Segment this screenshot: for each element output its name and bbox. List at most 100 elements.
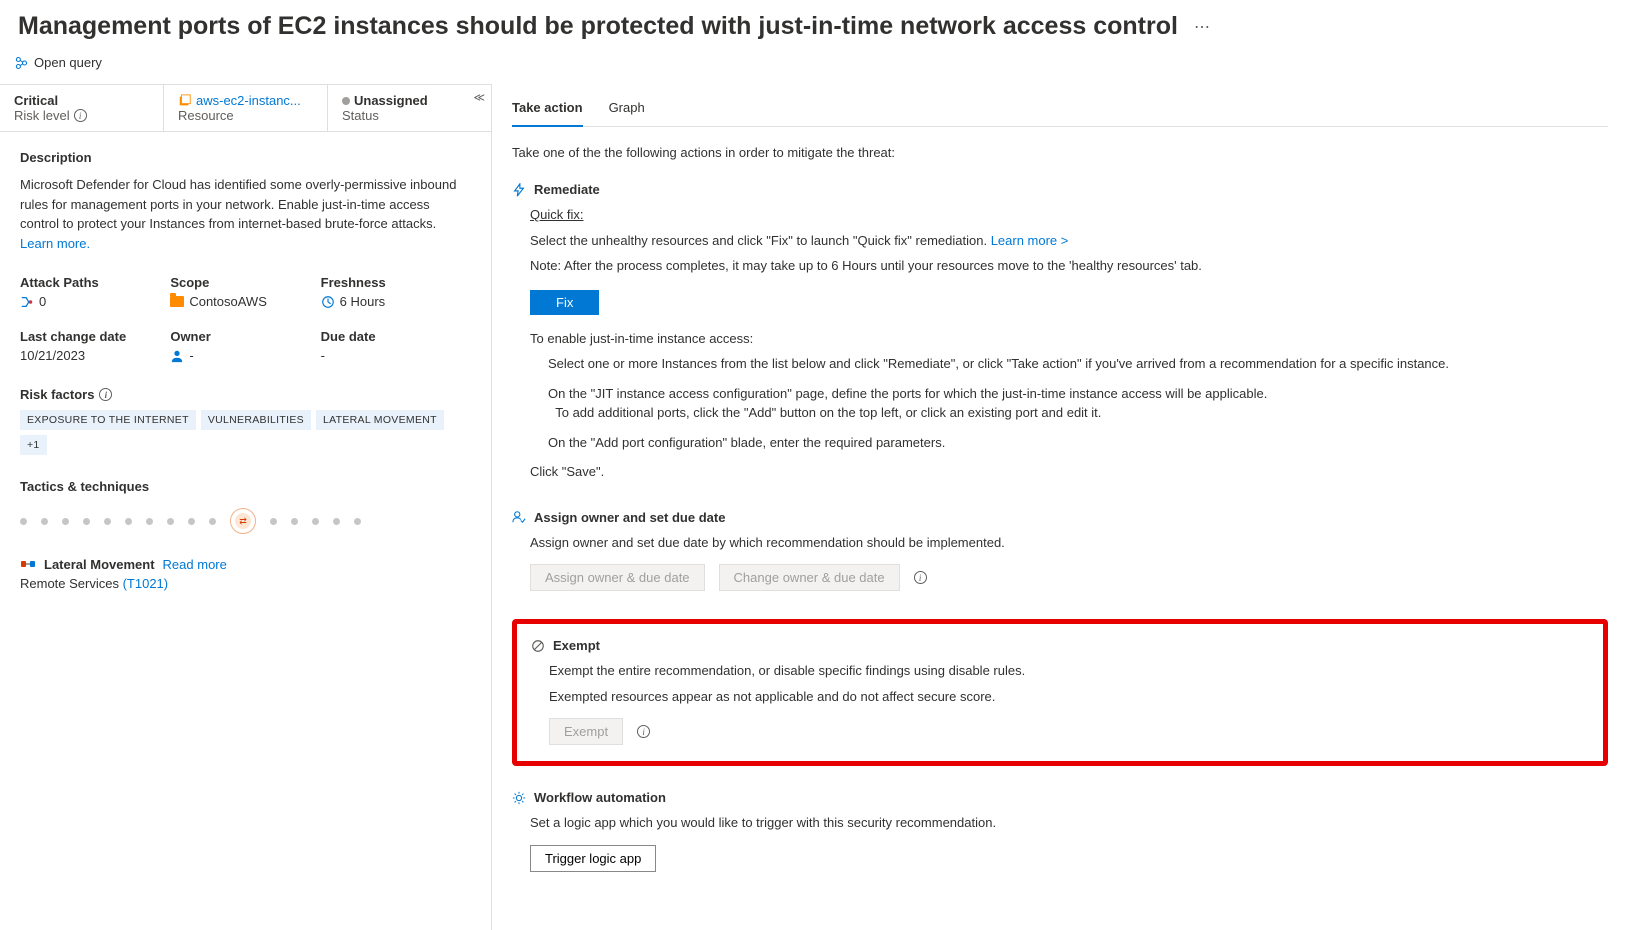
workflow-body: Set a logic app which you would like to … <box>530 813 1608 833</box>
risk-tags: EXPOSURE TO THE INTERNET VULNERABILITIES… <box>20 410 471 455</box>
info-icon[interactable]: i <box>637 725 650 738</box>
info-icon[interactable]: i <box>914 571 927 584</box>
clock-icon <box>321 295 335 309</box>
learn-more-link[interactable]: Learn more. <box>20 236 90 251</box>
attack-paths-label: Attack Paths <box>20 275 170 290</box>
timeline-dot <box>209 518 216 525</box>
risk-tag[interactable]: VULNERABILITIES <box>201 410 311 430</box>
exempt-body2: Exempted resources appear as not applica… <box>549 687 1589 707</box>
collapse-panel-icon[interactable]: ≪ <box>473 91 485 104</box>
workflow-title: Workflow automation <box>534 790 666 805</box>
timeline-dot <box>62 518 69 525</box>
tab-take-action[interactable]: Take action <box>512 92 583 127</box>
enable-intro: To enable just-in-time instance access: <box>530 329 1608 349</box>
change-owner-button[interactable]: Change owner & due date <box>719 564 900 591</box>
exempt-body1: Exempt the entire recommendation, or dis… <box>549 661 1589 681</box>
remediate-step1: Select one or more Instances from the li… <box>548 354 1608 374</box>
risk-tag-more[interactable]: +1 <box>20 435 47 455</box>
exempt-section-highlighted: Exempt Exempt the entire recommendation,… <box>512 619 1608 766</box>
more-actions-icon[interactable]: ⋯ <box>1194 17 1212 37</box>
lateral-movement-icon <box>20 556 36 572</box>
lateral-movement-title: Lateral Movement <box>44 557 155 572</box>
timeline-dot <box>291 518 298 525</box>
resource-icon <box>178 94 192 108</box>
timeline-dot <box>146 518 153 525</box>
exempt-button[interactable]: Exempt <box>549 718 623 745</box>
workflow-section: Workflow automation Set a logic app whic… <box>512 790 1608 872</box>
resource-cell: aws-ec2-instanc... Resource <box>164 85 328 131</box>
risk-tag[interactable]: LATERAL MOVEMENT <box>316 410 444 430</box>
t1021-link[interactable]: (T1021) <box>123 576 169 591</box>
resource-link[interactable]: aws-ec2-instanc... <box>196 93 301 108</box>
assign-owner-button[interactable]: Assign owner & due date <box>530 564 705 591</box>
learn-more-link[interactable]: Learn more > <box>991 233 1069 248</box>
resource-label: Resource <box>178 108 313 123</box>
page-title: Management ports of EC2 instances should… <box>18 12 1178 41</box>
exempt-icon <box>531 639 545 653</box>
assign-section: Assign owner and set due date Assign own… <box>512 510 1608 592</box>
timeline-dot <box>312 518 319 525</box>
folder-icon <box>170 296 184 307</box>
status-value: Unassigned <box>354 93 428 108</box>
assign-title: Assign owner and set due date <box>534 510 725 525</box>
tactics-timeline: ⇄ <box>20 508 471 534</box>
user-icon <box>170 349 184 363</box>
description-heading: Description <box>20 150 471 165</box>
freshness-value: 6 Hours <box>340 294 386 309</box>
description-text: Microsoft Defender for Cloud has identif… <box>20 175 471 253</box>
quick-fix-heading: Quick fix: <box>530 205 1608 225</box>
owner-label: Owner <box>170 329 320 344</box>
remediate-step4: Click "Save". <box>530 462 1608 482</box>
due-date-value: - <box>321 348 471 363</box>
read-more-link[interactable]: Read more <box>163 557 227 572</box>
exempt-title: Exempt <box>553 638 600 653</box>
timeline-dot <box>125 518 132 525</box>
info-icon[interactable]: i <box>74 109 87 122</box>
timeline-dot <box>167 518 174 525</box>
freshness-label: Freshness <box>321 275 471 290</box>
due-date-label: Due date <box>321 329 471 344</box>
timeline-dot <box>41 518 48 525</box>
lateral-sub: Remote Services (T1021) <box>20 576 471 591</box>
attack-paths-icon <box>20 295 34 309</box>
status-label: Status <box>342 108 477 123</box>
timeline-dot <box>333 518 340 525</box>
remediate-step2b: To add additional ports, click the "Add"… <box>555 405 1101 420</box>
open-query-label: Open query <box>34 55 102 70</box>
timeline-active-node[interactable]: ⇄ <box>230 508 256 534</box>
timeline-dot <box>104 518 111 525</box>
info-header-row: Critical Risk leveli aws-ec2-instanc... … <box>0 84 491 132</box>
tactics-heading: Tactics & techniques <box>20 479 471 494</box>
assign-body: Assign owner and set due date by which r… <box>530 533 1608 553</box>
remediate-section: Remediate Quick fix: Select the unhealth… <box>512 182 1608 482</box>
owner-value: - <box>189 348 193 363</box>
open-query-button[interactable]: Open query <box>0 45 102 84</box>
query-icon <box>14 56 28 70</box>
risk-level-cell: Critical Risk leveli <box>0 85 164 131</box>
trigger-logic-app-button[interactable]: Trigger logic app <box>530 845 656 872</box>
timeline-dot <box>188 518 195 525</box>
tabs: Take action Graph <box>512 92 1608 127</box>
assign-owner-icon <box>512 510 526 524</box>
timeline-dot <box>270 518 277 525</box>
scope-label: Scope <box>170 275 320 290</box>
remediate-line1: Select the unhealthy resources and click… <box>530 233 991 248</box>
last-change-value: 10/21/2023 <box>20 348 170 363</box>
tab-graph[interactable]: Graph <box>609 92 645 126</box>
timeline-dot <box>354 518 361 525</box>
attack-paths-value: 0 <box>39 294 46 309</box>
status-dot-icon <box>342 97 350 105</box>
risk-tag[interactable]: EXPOSURE TO THE INTERNET <box>20 410 196 430</box>
info-icon[interactable]: i <box>99 388 112 401</box>
lightning-icon <box>512 183 526 197</box>
last-change-label: Last change date <box>20 329 170 344</box>
risk-factors-heading: Risk factors <box>20 387 94 402</box>
remediate-line2: Note: After the process completes, it ma… <box>530 256 1608 276</box>
fix-button[interactable]: Fix <box>530 290 599 315</box>
action-intro: Take one of the the following actions in… <box>512 145 1608 160</box>
timeline-dot <box>83 518 90 525</box>
timeline-dot <box>20 518 27 525</box>
remediate-step3: On the "Add port configuration" blade, e… <box>548 433 1608 453</box>
remediate-title: Remediate <box>534 182 600 197</box>
scope-value: ContosoAWS <box>189 294 267 309</box>
